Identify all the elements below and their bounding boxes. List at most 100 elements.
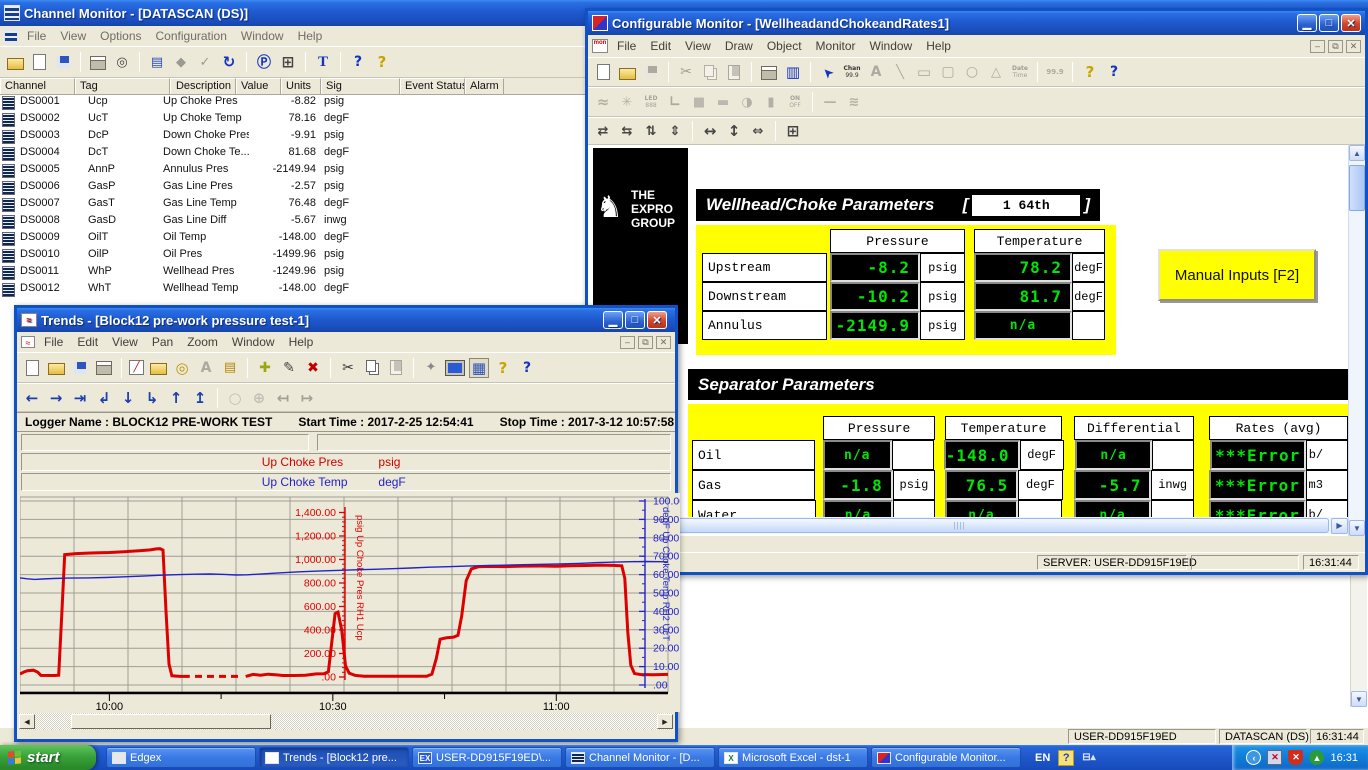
menu-item[interactable]: Help <box>282 333 321 351</box>
choke-size-value[interactable]: 1 64th <box>972 195 1080 216</box>
calc-value-icon[interactable] <box>1045 62 1065 82</box>
column-header[interactable]: Description <box>170 78 236 94</box>
screen-icon[interactable] <box>445 358 465 378</box>
dash-icon[interactable] <box>820 92 840 112</box>
menu-item[interactable]: Window <box>234 27 291 45</box>
taskbar-button[interactable]: Channel Monitor - [D... <box>565 747 715 768</box>
wave-icon[interactable] <box>844 92 864 112</box>
column-header[interactable]: Sig <box>321 78 400 94</box>
minimize-button[interactable]: ▁ <box>603 311 623 329</box>
print-preview-icon[interactable] <box>112 52 132 72</box>
polygon-icon[interactable] <box>986 62 1006 82</box>
data-table-icon[interactable] <box>469 358 489 378</box>
mdi-minimize-icon[interactable]: – <box>620 336 635 349</box>
vertical-scrollbar[interactable]: ▲ ▼ <box>1348 145 1365 536</box>
legend-field-right[interactable] <box>317 434 671 451</box>
security-shield-icon[interactable]: ✕ <box>1288 750 1303 765</box>
edit-page-icon[interactable] <box>279 358 299 378</box>
vertical-scrollbar[interactable]: ▼ <box>1350 565 1367 707</box>
horizontal-scrollbar[interactable]: |||| ▶ <box>588 517 1348 534</box>
help-icon[interactable] <box>493 358 513 378</box>
paste-icon[interactable] <box>724 62 744 82</box>
refresh-icon[interactable] <box>219 52 239 72</box>
close-button[interactable]: ✕ <box>1341 14 1361 32</box>
scrollbar-thumb[interactable] <box>71 714 271 729</box>
menu-item[interactable]: Options <box>93 27 148 45</box>
rectangle-icon[interactable] <box>914 62 934 82</box>
open-folder-icon[interactable] <box>617 62 637 82</box>
scrollbar-thumb[interactable]: |||| <box>590 518 1329 533</box>
mdi-restore-icon[interactable]: ⧉ <box>1328 40 1343 53</box>
pan-down-icon[interactable] <box>118 388 138 408</box>
burst-icon[interactable] <box>617 92 637 112</box>
pan-right-icon[interactable] <box>46 388 66 408</box>
open-folder2-icon[interactable] <box>148 358 168 378</box>
help-icon[interactable] <box>1080 62 1100 82</box>
scroll-left-icon[interactable]: ◀ <box>19 714 35 729</box>
column-header[interactable]: Tag <box>75 78 170 94</box>
led-icon[interactable] <box>641 92 661 112</box>
diamond-icon[interactable] <box>171 52 191 72</box>
size-height-icon[interactable] <box>724 121 744 141</box>
text-a-icon[interactable] <box>866 62 886 82</box>
minimize-button[interactable]: ▁ <box>1297 14 1317 32</box>
align-4-icon[interactable] <box>665 121 685 141</box>
bar-icon[interactable] <box>713 92 733 112</box>
save-icon[interactable] <box>53 52 73 72</box>
pan-up-top-icon[interactable] <box>190 388 210 408</box>
onoff-icon[interactable] <box>785 92 805 112</box>
language-indicator[interactable]: EN <box>1035 752 1050 764</box>
report-icon[interactable] <box>783 62 803 82</box>
help-icon[interactable] <box>372 52 392 72</box>
taskbar-button[interactable]: Trends - [Block12 pre... <box>259 747 409 768</box>
menu-item[interactable]: Edit <box>643 37 678 55</box>
menu-item[interactable]: Draw <box>718 37 760 55</box>
menu-item[interactable]: Object <box>760 37 809 55</box>
pan-down-right-icon[interactable] <box>142 388 162 408</box>
menu-item[interactable]: Window <box>863 37 920 55</box>
open-folder-icon[interactable] <box>46 358 66 378</box>
menu-item[interactable]: Configuration <box>149 27 234 45</box>
menu-item[interactable]: File <box>610 37 643 55</box>
menu-item[interactable]: Help <box>291 27 330 45</box>
wand-icon[interactable] <box>421 358 441 378</box>
align-1-icon[interactable] <box>593 121 613 141</box>
copy-icon[interactable] <box>362 358 382 378</box>
menu-item[interactable]: Monitor <box>809 37 863 55</box>
grid-icon[interactable] <box>278 52 298 72</box>
start-button[interactable]: start <box>0 745 96 770</box>
column-header[interactable]: Event Status <box>400 78 465 94</box>
menu-item[interactable]: Window <box>225 333 282 351</box>
menu-item[interactable]: Help <box>919 37 958 55</box>
size-both-icon[interactable] <box>748 121 768 141</box>
menu-item[interactable]: View <box>105 333 145 351</box>
chart-page-icon[interactable] <box>129 360 144 375</box>
clock[interactable]: 16:31 <box>1330 752 1358 764</box>
menu-item[interactable]: File <box>20 27 53 45</box>
pan-down-left-icon[interactable] <box>94 388 114 408</box>
pan-left-icon[interactable] <box>22 388 42 408</box>
expand-icon[interactable]: ⊟▴ <box>1082 752 1095 763</box>
column-header[interactable]: Alarm <box>465 78 504 94</box>
filled-box-icon[interactable] <box>689 92 709 112</box>
mdi-close-icon[interactable]: ✕ <box>656 336 671 349</box>
legend-series-2[interactable]: Up Choke Temp degF <box>21 473 671 491</box>
scroll-right-icon[interactable]: ▶ <box>1331 518 1348 534</box>
scroll-down-icon[interactable]: ▼ <box>1351 691 1367 707</box>
help-pointer-icon[interactable] <box>1104 62 1124 82</box>
legend-field-left[interactable] <box>21 434 309 451</box>
ellipse-icon[interactable] <box>962 62 982 82</box>
trends-titlebar[interactable]: ≈ Trends - [Block12 pre-work pressure te… <box>17 308 675 332</box>
cut-icon[interactable] <box>676 62 696 82</box>
document-icon[interactable] <box>4 30 18 43</box>
column-header[interactable]: Units <box>281 78 321 94</box>
menu-item[interactable]: View <box>53 27 93 45</box>
new-document-icon[interactable] <box>22 358 42 378</box>
maximize-button[interactable]: □ <box>1319 14 1339 32</box>
scroll-right-icon[interactable]: ▶ <box>657 714 673 729</box>
donut-icon[interactable] <box>172 358 192 378</box>
hide-icons-chevron-icon[interactable]: ‹ <box>1246 750 1261 765</box>
plot-icon[interactable] <box>593 92 613 112</box>
taskbar-button[interactable]: Edgex <box>106 747 256 768</box>
pan-right-end-icon[interactable] <box>70 388 90 408</box>
